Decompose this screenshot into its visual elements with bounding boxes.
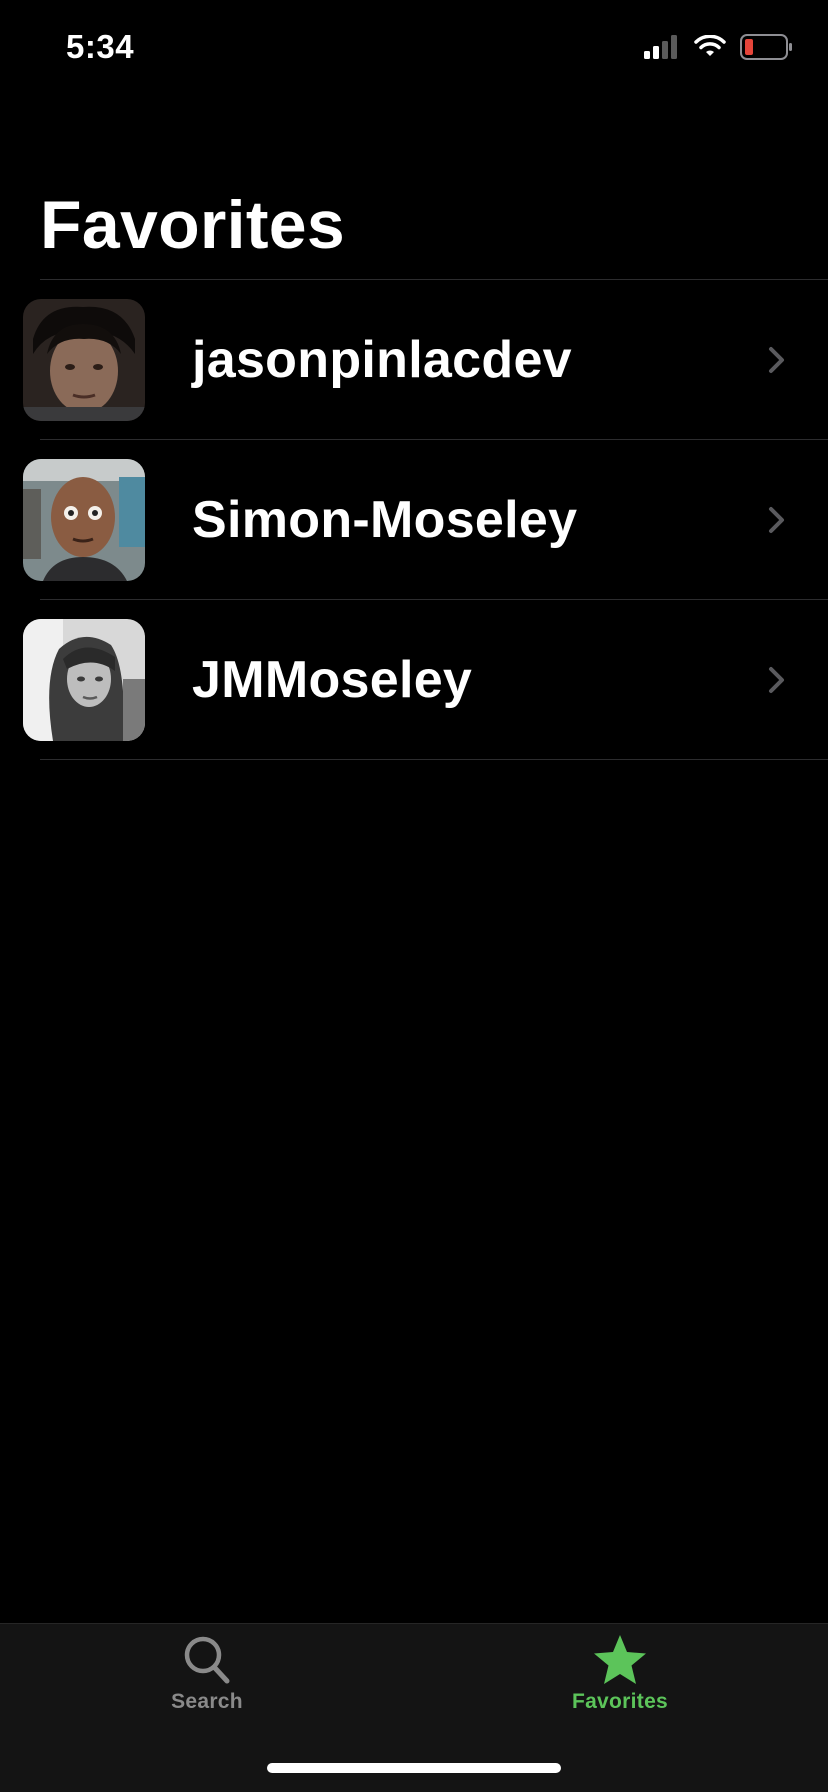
home-indicator — [267, 1763, 561, 1773]
battery-icon — [740, 34, 792, 60]
avatar — [23, 459, 145, 581]
status-time: 5:34 — [66, 28, 135, 65]
favorite-username: Simon-Moseley — [192, 490, 578, 549]
cellular-signal-icon — [644, 35, 677, 59]
status-icons — [644, 34, 794, 60]
tab-search[interactable]: Search — [107, 1634, 307, 1734]
tab-label: Favorites — [571, 1690, 669, 1713]
tab-favorites[interactable]: Favorites — [520, 1634, 720, 1734]
search-icon — [184, 1636, 230, 1684]
avatar — [23, 619, 145, 741]
star-icon — [594, 1635, 646, 1684]
avatar — [23, 299, 145, 421]
favorites-list: jasonpinlacdev Simon-Moseley JMMoseley — [0, 280, 828, 760]
tab-label: Search — [171, 1690, 243, 1713]
page-title: Favorites — [40, 187, 346, 263]
tab-bar: Search Favorites — [0, 1623, 828, 1792]
favorite-username: jasonpinlacdev — [192, 330, 572, 389]
status-bar: 5:34 — [0, 0, 828, 100]
favorite-row-simon-moseley[interactable]: Simon-Moseley — [23, 440, 828, 600]
chevron-right-icon — [769, 506, 784, 533]
favorite-row-jasonpinlacdev[interactable]: jasonpinlacdev — [23, 280, 828, 440]
wifi-icon — [694, 35, 726, 56]
chevron-right-icon — [769, 346, 784, 373]
chevron-right-icon — [769, 666, 784, 693]
favorite-row-jmmoseley[interactable]: JMMoseley — [23, 600, 828, 760]
favorite-username: JMMoseley — [192, 650, 473, 709]
